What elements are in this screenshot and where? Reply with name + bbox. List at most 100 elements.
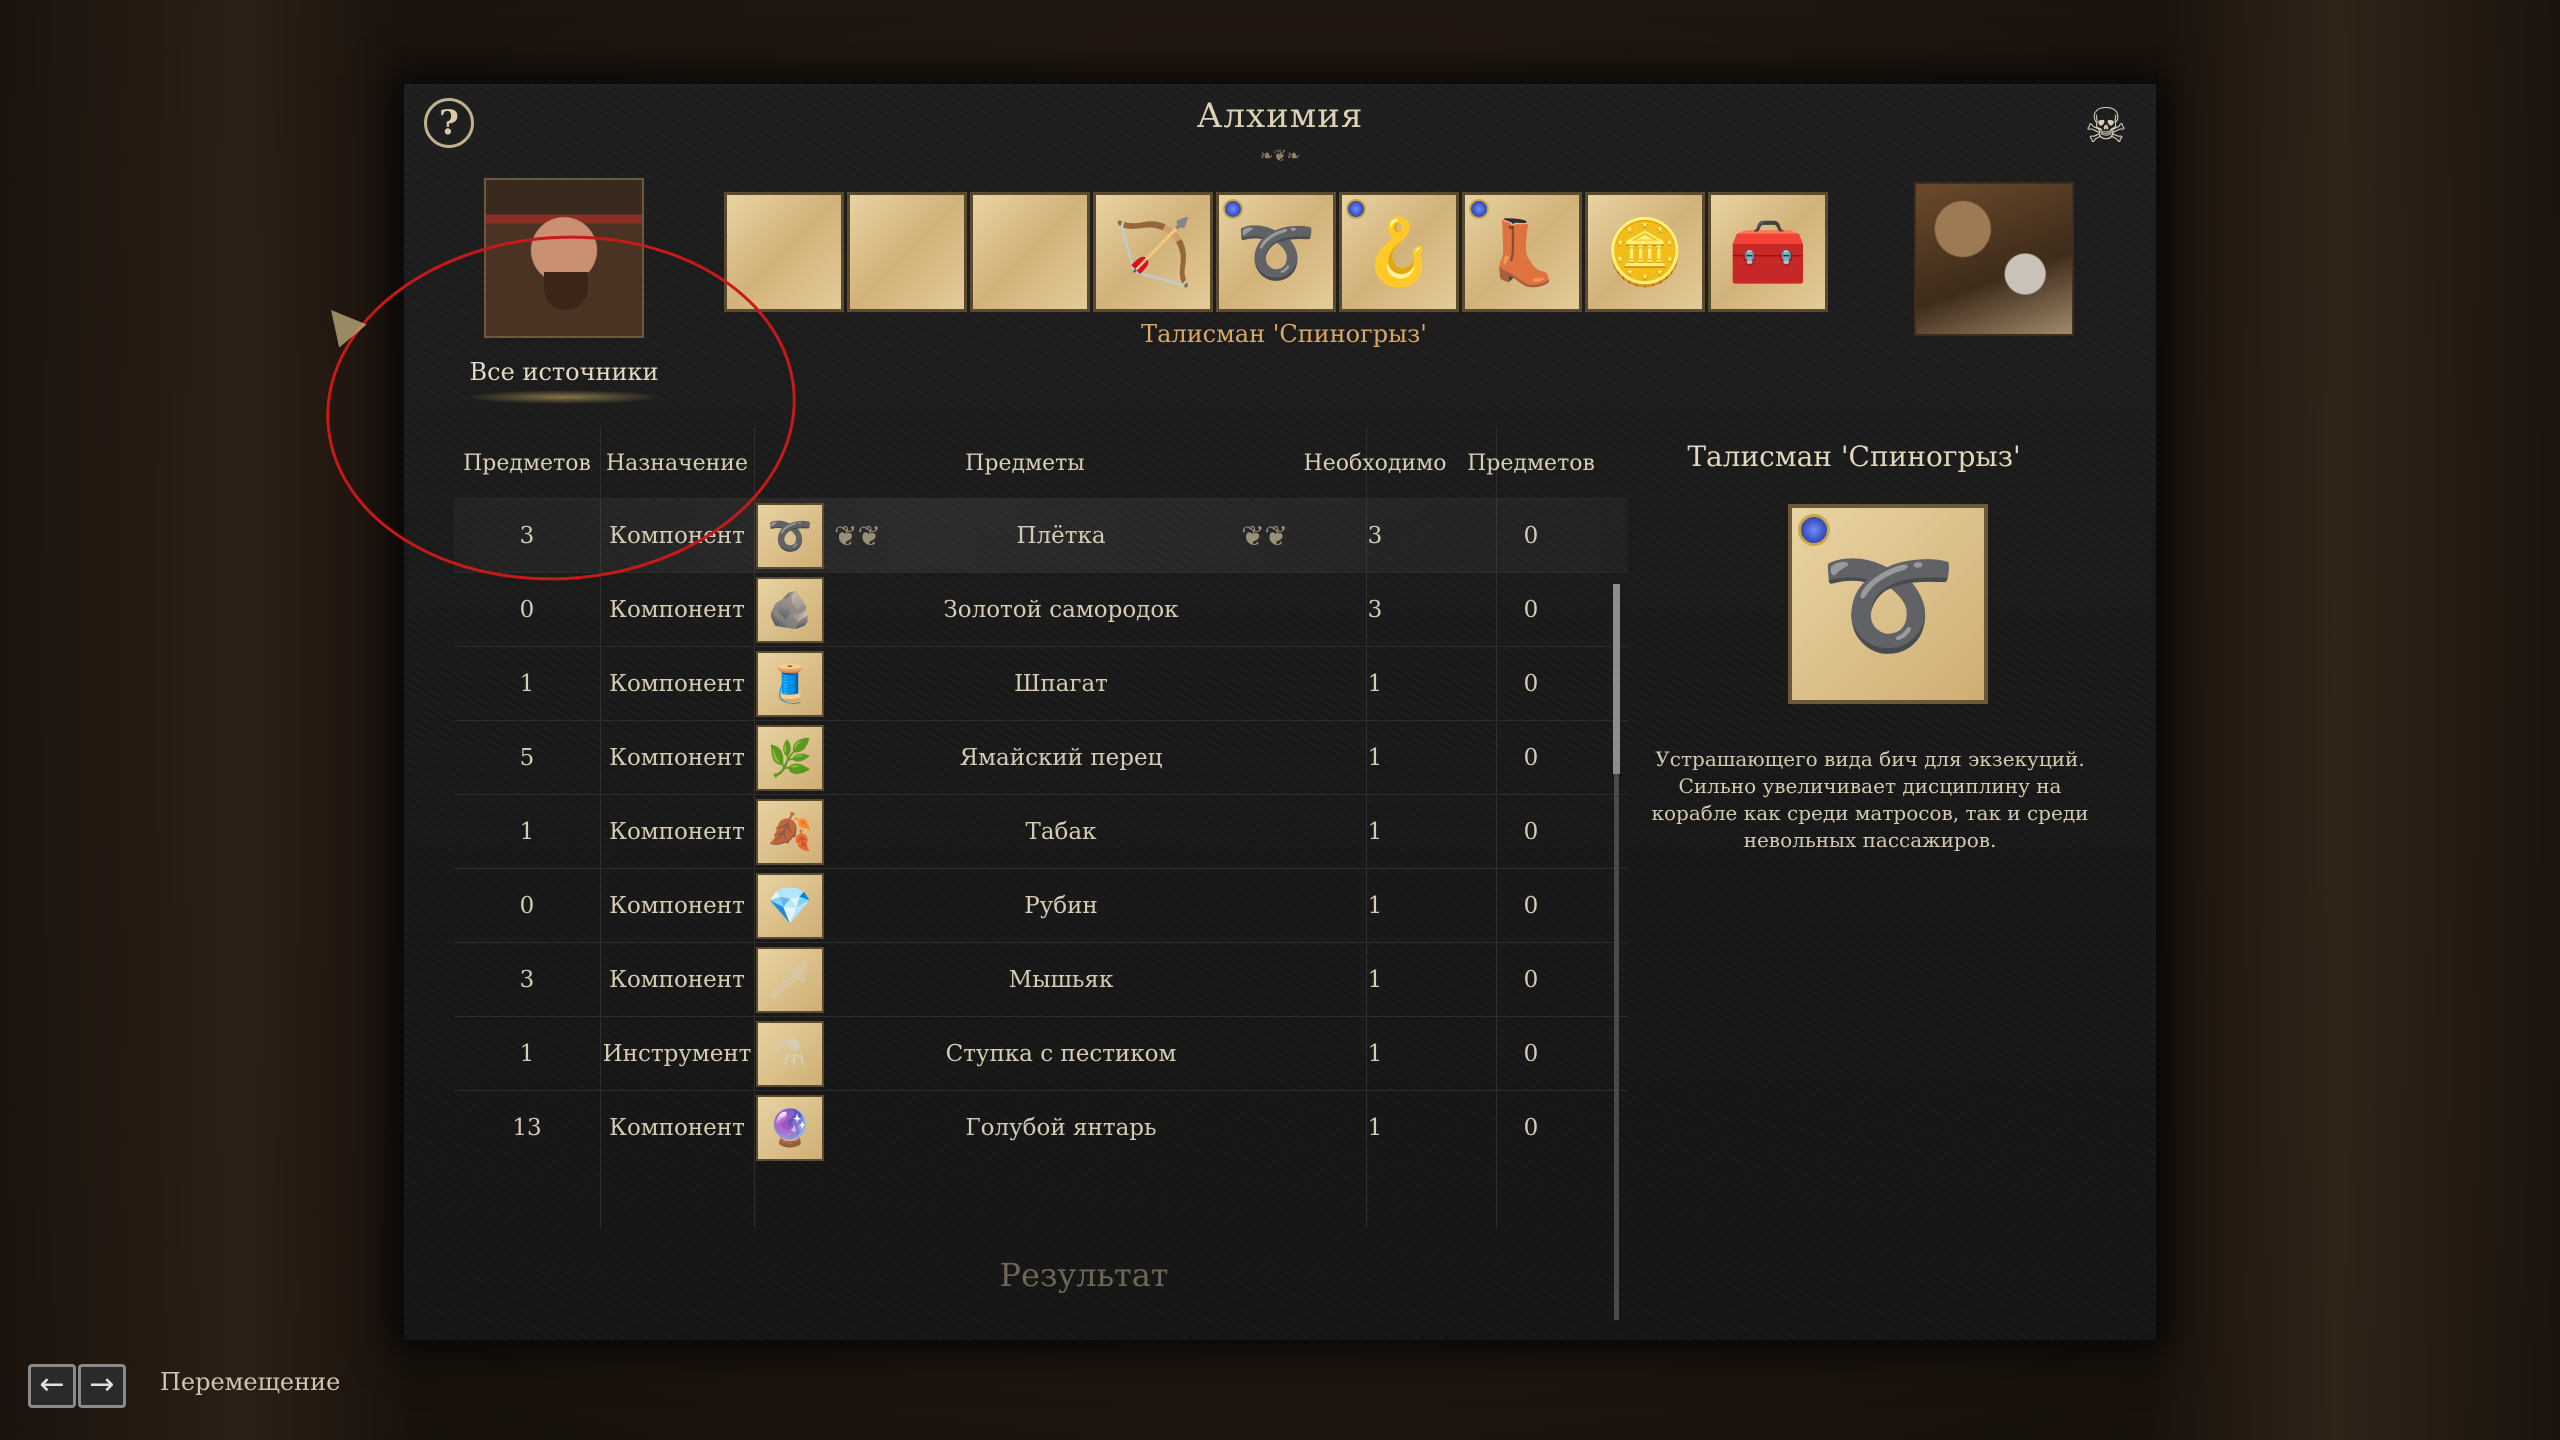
row-name-cell: Голубой янтарь bbox=[826, 1115, 1296, 1141]
row-name-cell: Табак bbox=[826, 819, 1296, 845]
item-slot[interactable]: 🪙 bbox=[1585, 192, 1705, 312]
row-name: Ямайский перец bbox=[959, 744, 1163, 771]
item-slot[interactable]: 🪝 bbox=[1339, 192, 1459, 312]
row-name: Плётка bbox=[1016, 522, 1106, 549]
header-name: Предметы bbox=[965, 450, 1085, 476]
title-ornament: ❧❦❧ bbox=[1259, 146, 1301, 165]
row-type: Компонент bbox=[609, 670, 745, 697]
details-description: Устрашающего вида бич для экзекуций. Сил… bbox=[1651, 747, 2089, 852]
window-title: Алхимия bbox=[1196, 96, 1364, 136]
row-have: 0 bbox=[1523, 818, 1539, 845]
row-count: 3 bbox=[519, 966, 535, 993]
row-name-cell: Шпагат bbox=[826, 671, 1296, 697]
row-need: 1 bbox=[1367, 1114, 1383, 1141]
row-name: Золотой самородок bbox=[943, 596, 1179, 623]
item-slot[interactable]: ➰ bbox=[1216, 192, 1336, 312]
header-need: Необходимо bbox=[1303, 450, 1447, 476]
row-have: 0 bbox=[1523, 966, 1539, 993]
ingredient-icon: 💎 bbox=[756, 872, 824, 939]
item-slot-bar: 🏹 ➰ 🪝 👢 🪙 🧰 bbox=[724, 192, 1828, 312]
row-name: Табак bbox=[1025, 818, 1097, 845]
row-icon-cell: 🪨 bbox=[754, 576, 826, 643]
item-slot[interactable]: 👢 bbox=[1462, 192, 1582, 312]
table-row[interactable]: 0 Компонент 💎 Рубин 1 0 bbox=[454, 868, 1628, 942]
row-icon-cell: 🧵 bbox=[754, 650, 826, 717]
arrow-right-key-icon[interactable]: → bbox=[78, 1364, 126, 1408]
table-row[interactable]: 1 Компонент 🍂 Табак 1 0 bbox=[454, 794, 1628, 868]
table-body: 3 Компонент ➰ ❦❦ Плётка ❦❦ 3 0 0 Компонент 🪨 Золото… bbox=[454, 498, 1628, 1164]
slot-item-icon: 🧰 bbox=[1728, 215, 1808, 290]
row-count: 1 bbox=[519, 670, 535, 697]
table-row[interactable]: 13 Компонент 🔮 Голубой янтарь 1 0 bbox=[454, 1090, 1628, 1164]
row-name: Голубой янтарь bbox=[965, 1114, 1157, 1141]
arrow-left-key-icon[interactable]: ← bbox=[28, 1364, 76, 1408]
row-have: 0 bbox=[1523, 892, 1539, 919]
alchemy-scene-image bbox=[1914, 182, 2074, 336]
row-need: 1 bbox=[1367, 744, 1383, 771]
ornament-left-icon: ❦❦ bbox=[834, 519, 881, 552]
row-icon-cell: 🔮 bbox=[754, 1094, 826, 1161]
close-skull-button[interactable]: ☠ bbox=[2076, 96, 2136, 156]
ingredient-icon: 🪨 bbox=[756, 576, 824, 643]
row-have: 0 bbox=[1523, 1040, 1539, 1067]
slot-item-icon: 🪙 bbox=[1605, 215, 1685, 290]
row-name: Рубин bbox=[1024, 892, 1098, 919]
row-count: 1 bbox=[519, 818, 535, 845]
ingredient-icon: ➰ bbox=[756, 502, 824, 569]
slot-item-icon: 👢 bbox=[1482, 215, 1562, 290]
row-need: 1 bbox=[1367, 670, 1383, 697]
slot-item-icon: ➰ bbox=[1236, 215, 1316, 290]
row-icon-cell: 🗡 bbox=[754, 946, 826, 1013]
gem-icon bbox=[1346, 199, 1366, 219]
gem-icon bbox=[1798, 514, 1830, 546]
item-slot[interactable] bbox=[847, 192, 967, 312]
row-name-cell: ❦❦ Плётка ❦❦ bbox=[826, 519, 1296, 552]
row-name-cell: Рубин bbox=[826, 893, 1296, 919]
row-need: 1 bbox=[1367, 1040, 1383, 1067]
row-name-cell: Ступка с пестиком bbox=[826, 1041, 1296, 1067]
ingredient-icon: ⚗ bbox=[756, 1020, 824, 1087]
table-row[interactable]: 3 Компонент 🗡 Мышьяк 1 0 bbox=[454, 942, 1628, 1016]
row-need: 3 bbox=[1367, 596, 1383, 623]
row-name: Ступка с пестиком bbox=[945, 1040, 1177, 1067]
item-slot[interactable] bbox=[970, 192, 1090, 312]
result-button[interactable]: Результат bbox=[904, 1256, 1264, 1294]
key-hints: ← → bbox=[28, 1364, 126, 1408]
row-name: Шпагат bbox=[1014, 670, 1108, 697]
selected-slot-name: Талисман 'Спиногрыз' bbox=[1141, 320, 1427, 348]
details-item-icon: ➰ bbox=[1788, 504, 1988, 704]
background-right bbox=[2155, 0, 2560, 1440]
row-type: Компонент bbox=[609, 744, 745, 771]
table-row[interactable]: 1 Компонент 🧵 Шпагат 1 0 bbox=[454, 646, 1628, 720]
row-have: 0 bbox=[1523, 670, 1539, 697]
header-have: Предметов bbox=[1467, 450, 1595, 476]
row-name-cell: Мышьяк bbox=[826, 967, 1296, 993]
row-icon-cell: ⚗ bbox=[754, 1020, 826, 1087]
row-count: 13 bbox=[512, 1114, 542, 1141]
row-type: Компонент bbox=[609, 892, 745, 919]
row-icon-cell: ➰ bbox=[754, 502, 826, 569]
ingredient-icon: 🔮 bbox=[756, 1094, 824, 1161]
item-slot[interactable]: 🏹 bbox=[1093, 192, 1213, 312]
slot-item-icon: 🏹 bbox=[1113, 215, 1193, 290]
row-name: Мышьяк bbox=[1008, 966, 1114, 993]
row-type: Компонент bbox=[609, 818, 745, 845]
details-title: Талисман 'Спиногрыз' bbox=[1687, 440, 2021, 473]
row-name-cell: Ямайский перец bbox=[826, 745, 1296, 771]
table-row[interactable]: 5 Компонент 🌿 Ямайский перец 1 0 bbox=[454, 720, 1628, 794]
table-row[interactable]: 0 Компонент 🪨 Золотой самородок 3 0 bbox=[454, 572, 1628, 646]
whip-icon: ➰ bbox=[1819, 539, 1957, 668]
table-row[interactable]: 1 Инструмент ⚗ Ступка с пестиком 1 0 bbox=[454, 1016, 1628, 1090]
gem-icon bbox=[1469, 199, 1489, 219]
row-need: 1 bbox=[1367, 892, 1383, 919]
row-type: Компонент bbox=[609, 596, 745, 623]
row-count: 0 bbox=[519, 596, 535, 623]
item-slot[interactable]: 🧰 bbox=[1708, 192, 1828, 312]
row-have: 0 bbox=[1523, 522, 1539, 549]
row-need: 1 bbox=[1367, 818, 1383, 845]
ingredient-icon: 🧵 bbox=[756, 650, 824, 717]
row-have: 0 bbox=[1523, 596, 1539, 623]
row-type: Инструмент bbox=[602, 1040, 752, 1067]
scrollbar-thumb[interactable] bbox=[1613, 584, 1620, 774]
row-need: 1 bbox=[1367, 966, 1383, 993]
